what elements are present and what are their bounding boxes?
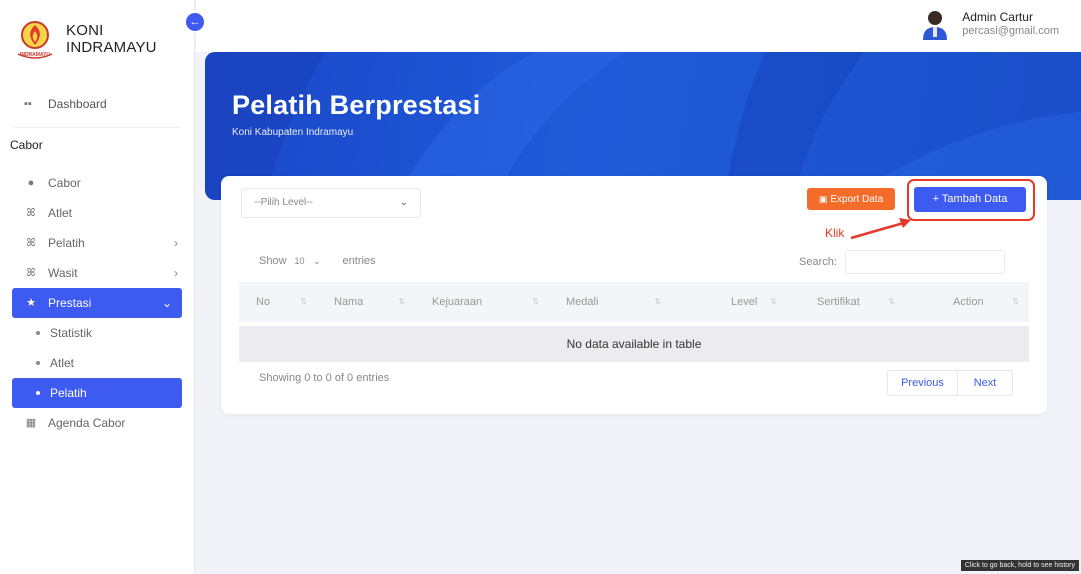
sidebar-subitem-atlet[interactable]: Atlet	[0, 348, 194, 378]
chevron-right-icon: ›	[174, 266, 178, 280]
arrow-left-icon: ←	[189, 16, 201, 28]
calendar-icon: ▦	[25, 417, 37, 429]
level-select-value: --Pilih Level--	[254, 197, 313, 208]
sidebar-item-wasit[interactable]: ꕤ Wasit ›	[0, 258, 194, 288]
sidebar-item-label: Pelatih	[48, 236, 85, 250]
section-label-cabor: Cabor	[10, 138, 43, 152]
sort-icon: ⇅	[532, 297, 539, 306]
entries-label: entries	[342, 255, 376, 267]
user-name: Admin Cartur	[962, 10, 1033, 24]
avatar	[920, 8, 950, 40]
sort-icon: ⇅	[398, 297, 405, 306]
export-data-button[interactable]: ▣ Export Data	[807, 188, 895, 210]
sidebar-subitem-label: Statistik	[50, 326, 93, 340]
next-button[interactable]: Next	[958, 371, 1012, 395]
sidebar-item-label: Dashboard	[48, 97, 107, 111]
sort-icon: ⇅	[770, 297, 777, 306]
search-input[interactable]	[844, 250, 1005, 274]
column-header-sertifikat[interactable]: Sertifikat ⇅	[787, 282, 905, 322]
sidebar-item-label: Cabor	[48, 176, 81, 190]
sort-icon: ⇅	[1012, 297, 1019, 306]
entries-length: Show 10 ⌄ entries	[259, 255, 376, 267]
table-search: Search:	[799, 250, 1005, 274]
users-icon: ꕤ	[26, 207, 36, 219]
sidebar-item-cabor[interactable]: ● Cabor	[0, 168, 194, 198]
chevron-down-icon: ⌄	[399, 197, 408, 208]
sidebar-item-pelatih[interactable]: ꕤ Pelatih ›	[0, 228, 194, 258]
divider	[14, 127, 180, 128]
column-header-kejuaraan[interactable]: Kejuaraan ⇅	[415, 282, 549, 322]
brand-title: KONI INDRAMAYU	[66, 22, 157, 56]
data-card: --Pilih Level-- ⌄ ▣ Export Data + Tambah …	[221, 176, 1047, 414]
search-label: Search:	[799, 256, 837, 268]
sidebar-item-label: Atlet	[48, 206, 73, 220]
entries-select[interactable]: 10 ⌄	[295, 256, 335, 267]
sidebar-item-label: Prestasi	[48, 296, 92, 310]
table-info: Showing 0 to 0 of 0 entries	[259, 372, 390, 384]
sidebar-subitem-label: Atlet	[50, 356, 75, 370]
annotation-arrow-icon	[850, 218, 911, 240]
column-header-level[interactable]: Level ⇅	[671, 282, 787, 322]
column-header-nama[interactable]: Nama ⇅	[317, 282, 415, 322]
column-header-action[interactable]: Action ⇅	[905, 282, 1029, 322]
sort-icon: ⇅	[300, 297, 307, 306]
column-label: Level	[731, 296, 758, 308]
page-subtitle: Koni Kabupaten Indramayu	[232, 127, 354, 138]
brand-line2: INDRAMAYU	[66, 39, 157, 56]
page-title: Pelatih Berprestasi	[232, 90, 481, 120]
bullet-icon	[36, 391, 40, 395]
star-icon: ★	[26, 297, 36, 309]
level-select[interactable]: --Pilih Level-- ⌄	[241, 188, 421, 218]
chevron-down-icon: ⌄	[161, 296, 172, 310]
koni-logo: INDRAMAYU	[14, 18, 56, 60]
sidebar-item-label: Wasit	[48, 266, 78, 280]
bullet-icon	[36, 361, 40, 365]
grid-icon: ▪▪	[24, 98, 32, 110]
column-header-medali[interactable]: Medali ⇅	[549, 282, 671, 322]
chevron-down-icon: ⌄	[313, 255, 321, 266]
export-label: Export Data	[830, 194, 884, 205]
sort-icon: ⇅	[654, 297, 661, 306]
user-email: percasi@gmail.com	[962, 25, 1059, 37]
users-icon: ꕤ	[26, 237, 36, 249]
sidebar-item-agenda-cabor[interactable]: ▦ Agenda Cabor	[0, 408, 194, 438]
trophy-icon: ●	[27, 177, 35, 189]
brand-line1: KONI	[66, 22, 104, 39]
column-label: No	[256, 296, 271, 308]
add-data-button[interactable]: + Tambah Data	[914, 187, 1026, 212]
sidebar-item-dashboard[interactable]: ▪▪ Dashboard	[0, 91, 194, 117]
column-label: Nama	[334, 296, 364, 308]
pagination: Previous Next	[887, 370, 1013, 396]
sidebar-subitem-statistik[interactable]: Statistik	[0, 318, 194, 348]
user-menu[interactable]: Admin Cartur percasi@gmail.com	[920, 8, 1059, 40]
show-label: Show	[259, 255, 287, 267]
sidebar-item-atlet[interactable]: ꕤ Atlet	[0, 198, 194, 228]
column-label: Medali	[566, 296, 599, 308]
column-label: Action	[953, 296, 984, 308]
sidebar-subitem-label: Pelatih	[50, 386, 87, 400]
browser-history-tooltip: Click to go back, hold to see history	[960, 560, 1079, 571]
sidebar-subitem-pelatih[interactable]: Pelatih	[12, 378, 182, 408]
column-label: Sertifikat	[817, 296, 860, 308]
file-icon: ▣	[818, 194, 828, 204]
sort-icon: ⇅	[888, 297, 895, 306]
logo-text: INDRAMAYU	[19, 52, 51, 58]
topbar: Admin Cartur percasi@gmail.com	[196, 0, 1081, 52]
highlight-box: + Tambah Data	[907, 179, 1035, 221]
table-empty-row: No data available in table	[239, 326, 1029, 362]
sidebar-item-prestasi[interactable]: ★ Prestasi ⌄	[12, 288, 182, 318]
chevron-right-icon: ›	[174, 236, 178, 250]
bullet-icon	[36, 331, 40, 335]
column-header-no[interactable]: No ⇅	[239, 282, 317, 322]
column-label: Kejuaraan	[432, 296, 483, 308]
sidebar-toggle-button[interactable]: ←	[186, 13, 204, 31]
previous-button[interactable]: Previous	[888, 371, 958, 395]
sidebar-item-label: Agenda Cabor	[48, 416, 126, 430]
sidebar: INDRAMAYU KONI INDRAMAYU ▪▪ Dashboard Ca…	[0, 0, 195, 574]
annotation-label: Klik	[825, 226, 845, 240]
users-icon: ꕤ	[26, 267, 36, 279]
table-header: No ⇅ Nama ⇅ Kejuaraan ⇅ Medali ⇅ Level ⇅ Sert…	[239, 282, 1029, 322]
brand[interactable]: INDRAMAYU KONI INDRAMAYU	[0, 0, 194, 78]
entries-value: 10	[294, 255, 305, 266]
